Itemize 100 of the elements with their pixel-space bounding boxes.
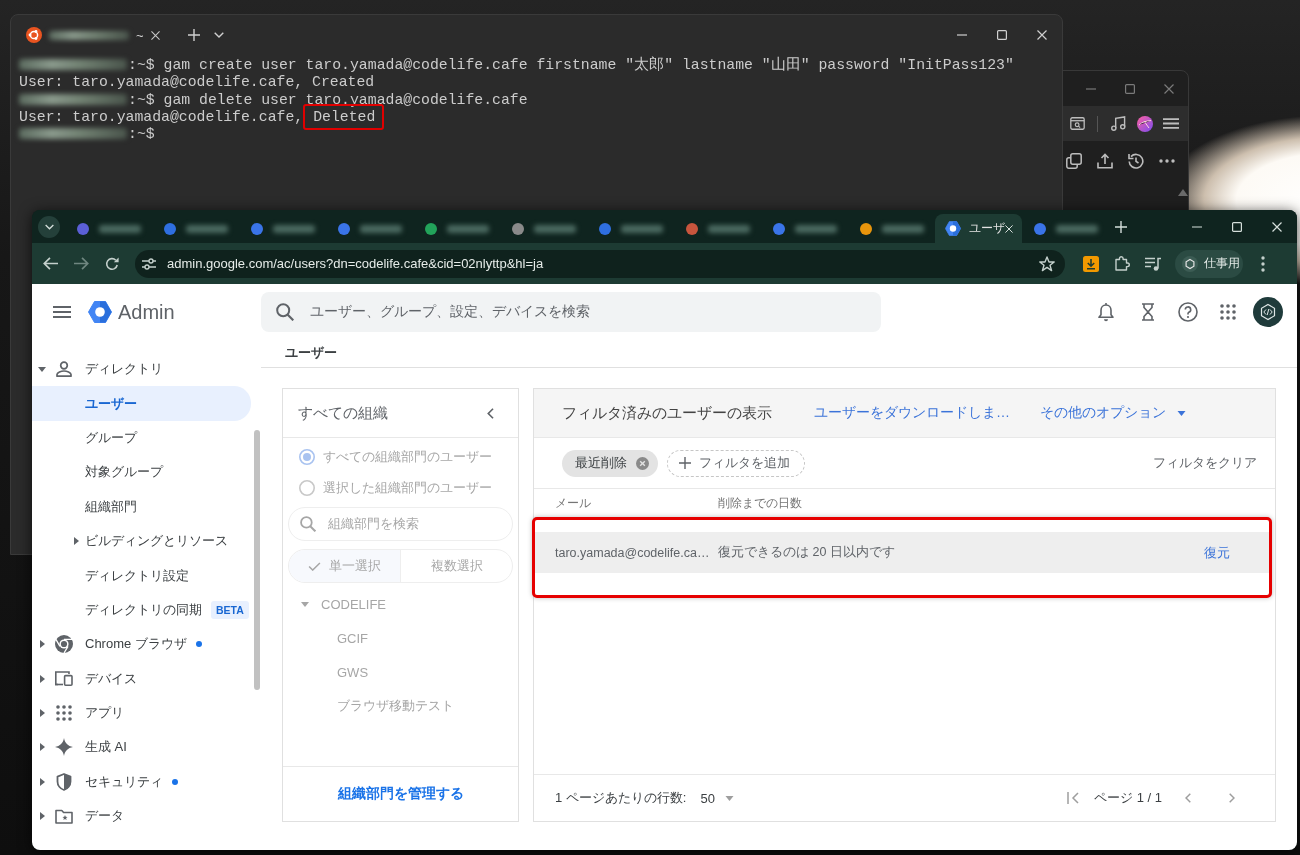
- table-cell: 復元できるのは 20 日以内です: [718, 544, 895, 561]
- address-bar[interactable]: admin.google.com/ac/users?dn=codelife.cafe&cid=02nlyttp&hl=ja: [135, 249, 1065, 278]
- rows-per-page-label: 1 ページあたりの行数:: [555, 789, 687, 807]
- close-circle-icon[interactable]: [636, 456, 649, 470]
- sidebar-item[interactable]: ディレクトリ設定: [32, 558, 251, 593]
- caret-right-icon[interactable]: [39, 777, 45, 786]
- redacted-text: [360, 224, 402, 233]
- more-menu-icon[interactable]: [1261, 255, 1265, 272]
- devices-icon: [55, 671, 73, 687]
- star-icon[interactable]: [1039, 255, 1055, 272]
- sidebar-item[interactable]: デバイス: [32, 661, 251, 696]
- column-header: メール: [555, 494, 592, 512]
- redacted-text: [882, 224, 924, 233]
- chevron-left-icon[interactable]: [1185, 793, 1191, 803]
- rows-per-page-select[interactable]: 50: [700, 790, 734, 806]
- grid-icon: [56, 705, 72, 722]
- redacted-text: [621, 224, 663, 233]
- first-page-icon[interactable]: [1067, 792, 1080, 804]
- folder-icon: [55, 808, 73, 824]
- redacted-text: [447, 224, 489, 233]
- hexagon-icon: [945, 221, 961, 236]
- puzzle-icon[interactable]: [1114, 256, 1130, 271]
- restore-link[interactable]: 復元: [1204, 543, 1230, 562]
- tab-search-button[interactable]: [38, 215, 60, 238]
- chevron-left-icon[interactable]: [487, 407, 494, 419]
- chevron-right-icon[interactable]: [1229, 793, 1235, 803]
- filter-chip[interactable]: 最近削除: [562, 449, 658, 477]
- music-note-icon[interactable]: [1110, 116, 1126, 131]
- chevron-down-icon: [44, 223, 54, 230]
- forward-arrow-icon[interactable]: [73, 257, 89, 270]
- redacted-text: [273, 224, 315, 233]
- command-text: :~$ gam delete user taro.yamada@codelife.cafe: [128, 91, 528, 108]
- aperture-icon: [55, 635, 73, 654]
- profile-icon: [1182, 255, 1198, 272]
- copy-icon[interactable]: [1066, 153, 1082, 169]
- sidebar-item[interactable]: データ: [32, 799, 251, 834]
- sidebar-item[interactable]: アプリ: [32, 695, 251, 731]
- dropdown-icon[interactable]: [213, 32, 224, 38]
- command-text: :~$ gam create user taro.yamada@codelife.cafe firstname "太郎" lastname "山田" password "InitPass123": [128, 57, 1014, 73]
- caret-right-icon[interactable]: [39, 812, 45, 821]
- more-icon[interactable]: [1159, 159, 1175, 163]
- search-field[interactable]: ユーザー、グループ、設定、デバイスを検索: [261, 292, 881, 332]
- new-tab-icon[interactable]: [187, 29, 200, 41]
- download-icon[interactable]: [1083, 255, 1099, 272]
- sidebar-item[interactable]: 生成 AI: [32, 730, 251, 765]
- shield-icon: [56, 772, 72, 791]
- close-icon[interactable]: [150, 30, 160, 40]
- redacted-text: [99, 224, 141, 233]
- history-icon[interactable]: [1128, 153, 1144, 169]
- avatar-icon[interactable]: [1137, 115, 1153, 132]
- caret-right-icon[interactable]: [39, 743, 45, 752]
- sidebar-item[interactable]: 組織部門: [32, 489, 251, 524]
- profile-button[interactable]: 仕事用: [1175, 249, 1243, 278]
- sidebar-item[interactable]: 対象グループ: [32, 455, 251, 490]
- table-cell-text: taro.yamada@codelife.ca…: [555, 545, 711, 560]
- apps-grid-icon[interactable]: [1220, 304, 1236, 320]
- ring-logo-icon: [26, 27, 42, 43]
- app-title: Admin: [118, 300, 175, 324]
- caret-down-icon[interactable]: [38, 366, 46, 372]
- new-tab-icon[interactable]: [1115, 220, 1127, 233]
- terminal-tab[interactable]: ~: [26, 20, 166, 50]
- plus-icon: [679, 457, 691, 469]
- status-badge: BETA: [211, 600, 249, 619]
- command-text: :~$: [128, 126, 155, 143]
- playlist-icon[interactable]: [1145, 256, 1161, 271]
- caret-right-icon[interactable]: [39, 674, 45, 683]
- avatar-icon[interactable]: [1253, 297, 1283, 327]
- sidebar-item[interactable]: Chrome ブラウザ: [32, 627, 251, 662]
- scrollbar-thumb[interactable]: [254, 430, 260, 690]
- caret-right-icon[interactable]: [39, 640, 45, 649]
- bell-icon[interactable]: [1098, 302, 1114, 322]
- sidebar-item[interactable]: セキュリティ: [32, 764, 251, 800]
- person-icon: [56, 361, 72, 378]
- scroll-up-icon[interactable]: [1178, 189, 1188, 196]
- help-icon[interactable]: [1178, 302, 1198, 322]
- menu-icon[interactable]: [53, 306, 71, 318]
- panel-title: すべての組織: [298, 403, 389, 423]
- sidebar-item[interactable]: グループ: [32, 420, 251, 456]
- table-row[interactable]: taro.yamada@codelife.ca… 復元できるのは 20 日以内です 復元: [535, 532, 1269, 573]
- menu-icon[interactable]: [1163, 118, 1179, 129]
- share-icon[interactable]: [1097, 153, 1113, 169]
- caret-right-icon[interactable]: [74, 537, 79, 546]
- options-menu-button[interactable]: その他のオプション: [1040, 404, 1186, 422]
- screenshot-icon[interactable]: [1069, 117, 1085, 130]
- back-arrow-icon[interactable]: [42, 257, 58, 270]
- sparkle-icon: [55, 738, 73, 757]
- site-settings-icon[interactable]: [142, 257, 156, 270]
- sidebar-item[interactable]: ディレクトリ: [32, 352, 251, 387]
- sidebar-item[interactable]: ディレクトリの同期 BETA: [32, 592, 251, 628]
- download-link[interactable]: ユーザーをダウンロードしま…: [814, 404, 1010, 422]
- hexagon-logo-icon: [88, 301, 112, 323]
- browser-tab[interactable]: ユーザ: [935, 214, 1022, 243]
- sidebar-item[interactable]: ビルディングとリソース: [32, 523, 251, 559]
- clear-filters-button[interactable]: フィルタをクリア: [1153, 454, 1257, 472]
- redacted-text: [708, 224, 750, 233]
- reload-icon[interactable]: [105, 256, 119, 271]
- caret-right-icon[interactable]: [39, 709, 45, 718]
- redacted-text: [795, 224, 837, 233]
- sidebar-item[interactable]: ユーザー: [32, 386, 251, 421]
- hourglass-icon[interactable]: [1142, 303, 1154, 321]
